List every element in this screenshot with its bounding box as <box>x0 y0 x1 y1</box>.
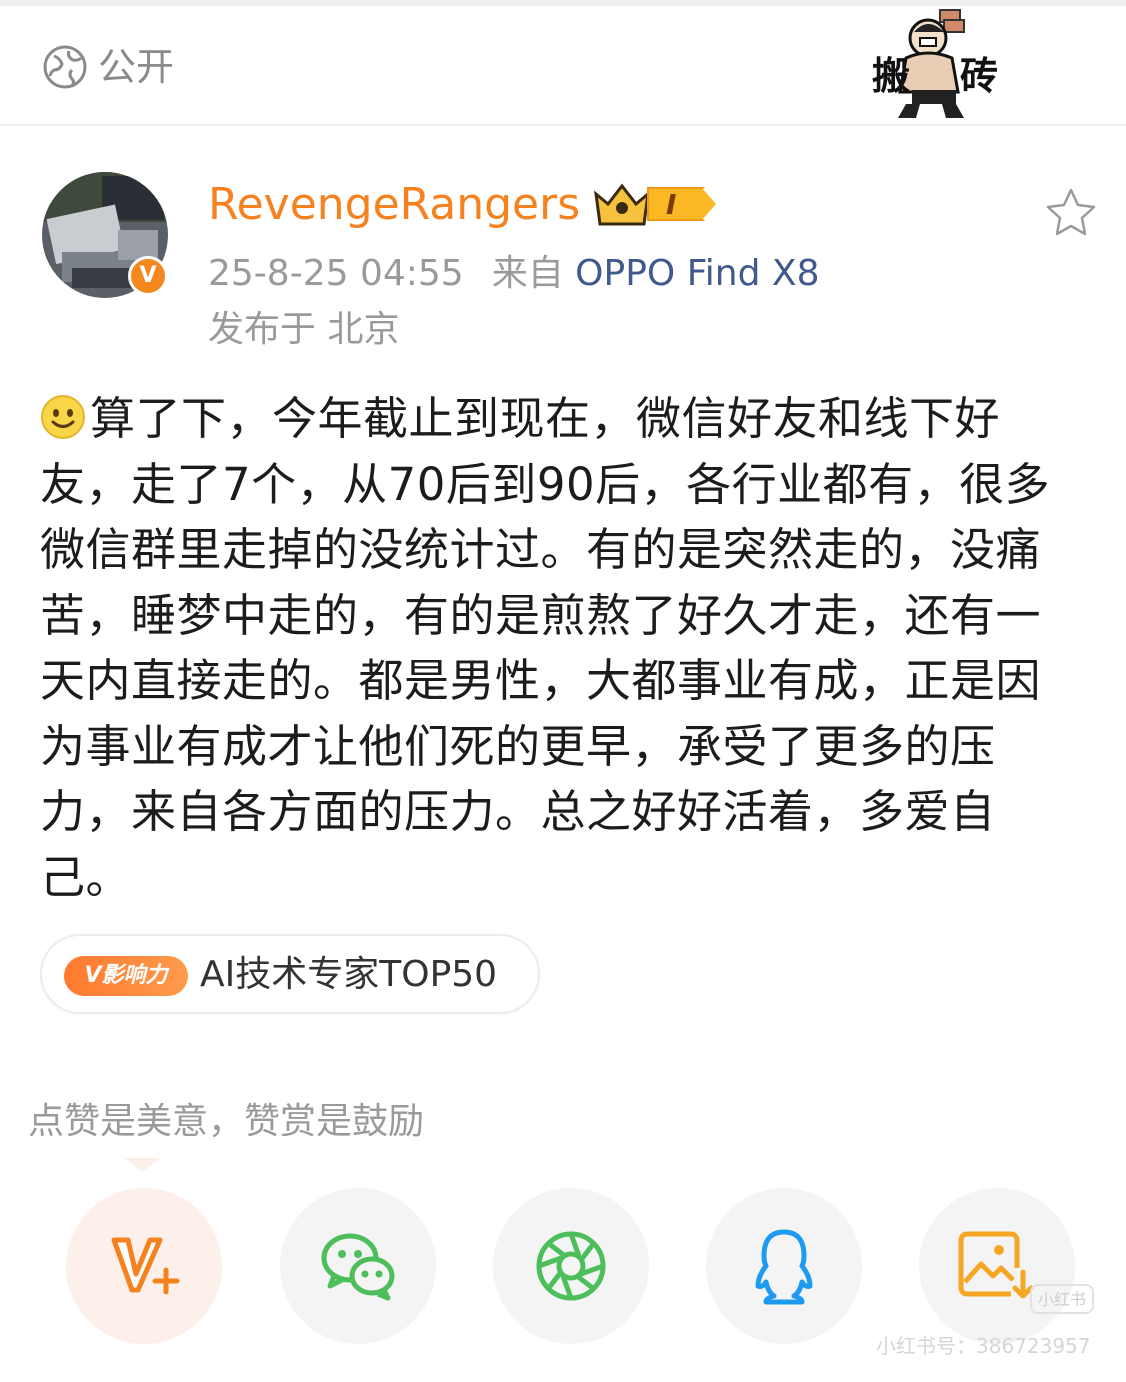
save-image-button[interactable] <box>919 1188 1075 1344</box>
post-location: 发布于 北京 <box>208 309 400 350</box>
share-qq-button[interactable] <box>706 1188 862 1344</box>
smile-emoji-icon <box>41 395 85 439</box>
influence-text: AI技术专家TOP50 <box>200 954 498 995</box>
visibility-label[interactable]: 公开 <box>98 42 174 92</box>
post-body: 算了下，今年截止到现在，微信好友和线下好友，走了7个，从70后到90后，各行业都… <box>40 386 1086 910</box>
influence-tag[interactable]: V影响力 AI技术专家TOP50 <box>40 934 540 1014</box>
moments-icon <box>536 1231 606 1301</box>
username[interactable]: RevengeRangers <box>208 176 580 234</box>
watermark-logo: 小红书 <box>1030 1284 1094 1314</box>
status-strip <box>0 0 1126 6</box>
influence-badge: V影响力 <box>64 956 188 996</box>
favorite-star-icon[interactable] <box>1044 186 1098 240</box>
level-badge-text: I <box>666 188 677 221</box>
save-image-icon <box>958 1231 1034 1299</box>
crown-level-icon <box>594 183 720 226</box>
top-bar: 公开 搬 砖 <box>0 0 1126 126</box>
share-moments-button[interactable] <box>493 1188 649 1344</box>
v-plus-button[interactable] <box>66 1188 222 1344</box>
post-meta: 25-8-25 04:55 来自 OPPO Find X8 <box>208 250 819 298</box>
sticker-text-right: 砖 <box>960 54 999 98</box>
brick-moving-sticker: 搬 砖 <box>866 8 1006 122</box>
source-prefix: 来自 <box>491 253 564 294</box>
verified-badge-icon: V <box>128 256 168 296</box>
v-plus-icon <box>111 1237 180 1295</box>
share-wechat-button[interactable] <box>280 1188 436 1344</box>
globe-icon <box>43 45 87 89</box>
qq-icon <box>755 1229 813 1305</box>
wechat-icon <box>321 1233 395 1301</box>
post-time: 25-8-25 04:55 <box>208 253 464 294</box>
reward-caret <box>124 1158 160 1172</box>
watermark-text: 小红书号：386723957 <box>876 1334 1091 1358</box>
device-link[interactable]: OPPO Find X8 <box>575 253 819 294</box>
sticker-text-left: 搬 <box>872 54 911 98</box>
reward-label: 点赞是美意，赞赏是鼓励 <box>28 1101 425 1142</box>
post-text: 算了下，今年截止到现在，微信好友和线下好友，走了7个，从70后到90后，各行业都… <box>40 392 1051 904</box>
